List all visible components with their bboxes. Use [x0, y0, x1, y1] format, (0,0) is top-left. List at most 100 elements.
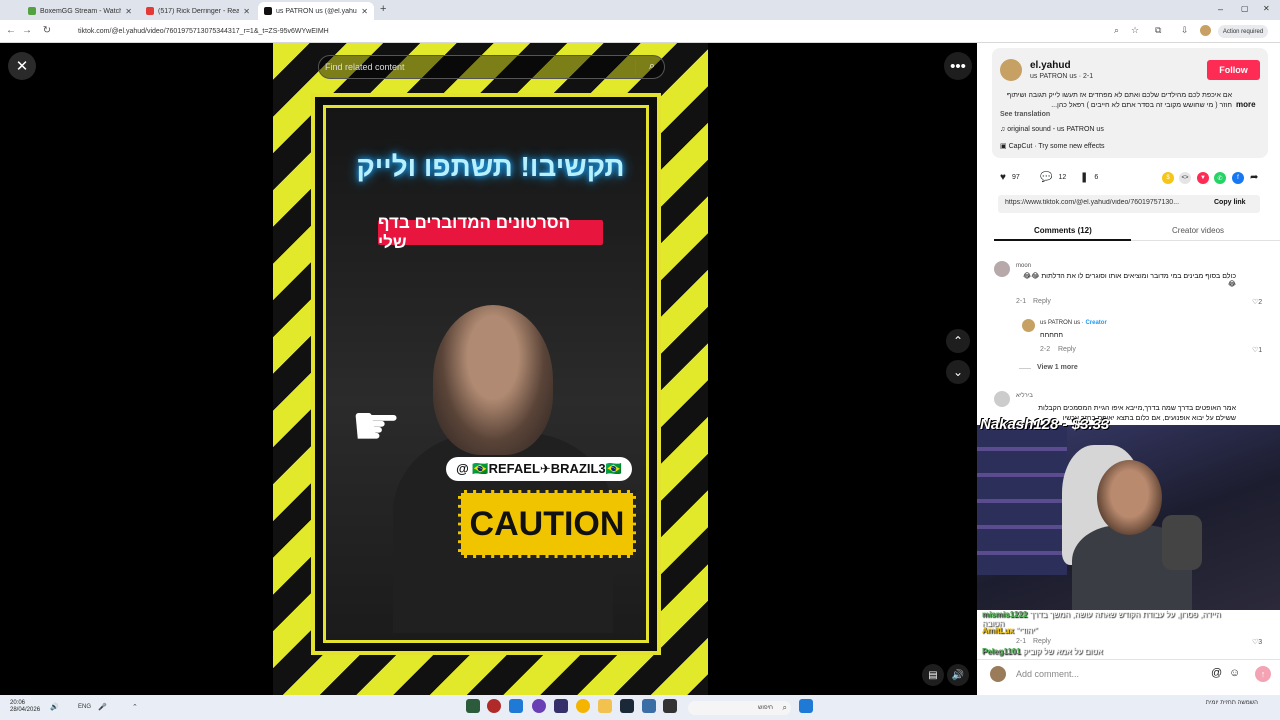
add-comment-input[interactable]: Add comment... [1016, 664, 1211, 684]
comment-date: 2-1 [1016, 638, 1027, 645]
reply-button[interactable]: Reply [1033, 298, 1051, 305]
browser-tab-active[interactable]: us PATRON us (@el.yahud) ✕ [258, 2, 374, 20]
close-video-button[interactable]: ✕ [8, 52, 36, 80]
comment-like[interactable]: ♡2 [1252, 298, 1262, 306]
like-button[interactable]: ♥ 97 [1000, 172, 1020, 183]
video-caution-sign: CAUTION [458, 490, 636, 558]
emoji-icon[interactable]: ☺ [1229, 667, 1240, 679]
commenter-avatar[interactable] [994, 261, 1010, 277]
capcut-label: CapCut · Try some new effects [1008, 143, 1105, 150]
downloads-icon[interactable]: ⇩ [1181, 25, 1189, 36]
taskbar-app-icon[interactable] [487, 699, 501, 713]
reload-icon[interactable]: ↻ [40, 25, 54, 36]
back-icon[interactable]: ← [4, 25, 18, 36]
microphone [1162, 515, 1202, 570]
author-username[interactable]: el.yahud [1030, 60, 1071, 71]
capcut-link[interactable]: ▣ CapCut · Try some new effects [1000, 142, 1105, 150]
taskbar-app-icon[interactable] [509, 699, 523, 713]
author-avatar[interactable] [1000, 59, 1022, 81]
post-description: אם איכפת לכם מהילדים שלכם ואתם לא מפחדים… [1006, 92, 1232, 109]
tray-chevron-icon[interactable]: ⌃ [132, 703, 138, 711]
facebook-icon[interactable]: f [1232, 172, 1244, 184]
taskbar-app-icon[interactable] [663, 699, 677, 713]
more-button[interactable]: more [1236, 100, 1256, 109]
folder-icon[interactable] [598, 699, 612, 713]
previous-video-button[interactable]: ⌃ [946, 329, 970, 353]
creator-avatar[interactable] [1022, 319, 1035, 332]
bookmark-star-icon[interactable]: ☆ [1131, 25, 1139, 36]
reply-like[interactable]: ♡1 [1252, 346, 1262, 354]
commenter-name[interactable]: moon [1016, 263, 1031, 269]
url-field[interactable]: tiktok.com/@el.yahud/video/7601975713075… [64, 23, 1114, 40]
next-video-button[interactable]: ⌄ [946, 360, 970, 384]
clock[interactable]: 20:06 28/04/2026 [10, 700, 40, 714]
related-content-search[interactable]: Find related content ⌕ [318, 55, 665, 79]
minimize-icon[interactable]: – [1218, 4, 1223, 14]
close-window-icon[interactable]: ✕ [1263, 4, 1270, 13]
forward-icon[interactable]: → [20, 25, 34, 36]
action-required-button[interactable]: Action required [1218, 25, 1268, 38]
browser-tab[interactable]: (517) Rick Derringer - Real Ame ✕ [140, 2, 256, 20]
comment-icon: 💬 [1040, 172, 1053, 183]
post-comment-button[interactable]: ↑ [1255, 666, 1271, 682]
language-indicator[interactable]: ENG [78, 704, 91, 710]
maximize-icon[interactable]: ▢ [1241, 4, 1249, 13]
speaker-icon[interactable]: 🔊 [50, 703, 59, 711]
comment-text: כולם בסוף מבינים במי מדובר ומוציאים אותו… [1023, 273, 1236, 288]
tiktok-favicon-icon [264, 7, 272, 15]
close-tab-icon[interactable]: ✕ [243, 7, 250, 16]
zoom-icon[interactable]: ⌕ [1114, 25, 1119, 36]
mic-icon[interactable]: 🎤 [98, 703, 107, 711]
share-icon[interactable]: ➦ [1250, 172, 1258, 183]
capcut-icon: ▣ [1000, 143, 1009, 150]
whatsapp-icon[interactable]: ✆ [1214, 172, 1226, 184]
extensions-icon[interactable]: ⧉ [1155, 25, 1161, 36]
copy-link-button[interactable]: Copy link [1214, 199, 1246, 206]
creator-badge: Creator [1085, 320, 1107, 326]
more-options-button[interactable]: ••• [944, 52, 972, 80]
reply-author[interactable]: us PATRON us · Creator [1040, 320, 1107, 326]
reply-button[interactable]: Reply [1033, 638, 1051, 645]
embed-icon[interactable]: <> [1179, 172, 1191, 184]
taskbar-app-icon[interactable] [554, 699, 568, 713]
view-more-replies[interactable]: View 1 more [1037, 364, 1078, 371]
new-tab-button[interactable]: + [380, 3, 386, 15]
follow-button[interactable]: Follow [1207, 60, 1260, 80]
comment-button[interactable]: 💬 12 [1040, 172, 1066, 183]
weather-widget[interactable]: השמשה תחזית יומית [1198, 700, 1258, 706]
sound-link[interactable]: ♫ original sound - us PATRON us [1000, 126, 1104, 133]
windows-start-icon[interactable] [799, 699, 813, 713]
streamer-head [1097, 460, 1162, 535]
steam-icon[interactable] [620, 699, 634, 713]
pointing-hand-icon: ☛ [351, 394, 402, 457]
chat-user: Peleg1101 [982, 647, 1021, 656]
search-icon[interactable]: ⌕ [649, 60, 655, 73]
comment-like[interactable]: ♡3 [1252, 638, 1262, 646]
taskbar-app-icon[interactable] [642, 699, 656, 713]
chrome-icon[interactable] [576, 699, 590, 713]
taskbar-app-icon[interactable] [532, 699, 546, 713]
commenter-name[interactable]: בירליא [1016, 393, 1033, 399]
profile-avatar[interactable] [1200, 25, 1211, 36]
tab-creator-videos[interactable]: Creator videos [1172, 226, 1224, 235]
close-tab-icon[interactable]: ✕ [361, 7, 368, 16]
mention-icon[interactable]: @ [1211, 667, 1222, 679]
commenter-avatar[interactable] [994, 391, 1010, 407]
close-tab-icon[interactable]: ✕ [125, 7, 132, 16]
captions-icon[interactable]: ▤ [922, 664, 944, 686]
tab-comments[interactable]: Comments (12) [1034, 226, 1092, 235]
video-player[interactable]: תקשיבו! תשתפו ולייק הסרטונים המדוברים בד… [273, 43, 708, 695]
repost-icon[interactable]: ▼ [1197, 172, 1209, 184]
reply-button[interactable]: Reply [1058, 346, 1076, 353]
chat-user: AmitLux [982, 626, 1014, 635]
taskbar-search[interactable]: חיפוש ⌕ [688, 701, 791, 715]
reply-text: חחחחח [1040, 332, 1064, 339]
coin-icon[interactable]: $ [1162, 172, 1174, 184]
video-overlay-title: תקשיבו! תשתפו ולייק [356, 151, 625, 182]
volume-icon[interactable]: 🔊 [947, 664, 969, 686]
active-tab-underline [994, 239, 1131, 241]
taskbar-app-icon[interactable] [466, 699, 480, 713]
browser-tab[interactable]: BoxemGG Stream - Watch Live ✕ [22, 2, 138, 20]
save-button[interactable]: ❚ 6 [1080, 172, 1098, 183]
see-translation-link[interactable]: See translation [1000, 111, 1050, 118]
